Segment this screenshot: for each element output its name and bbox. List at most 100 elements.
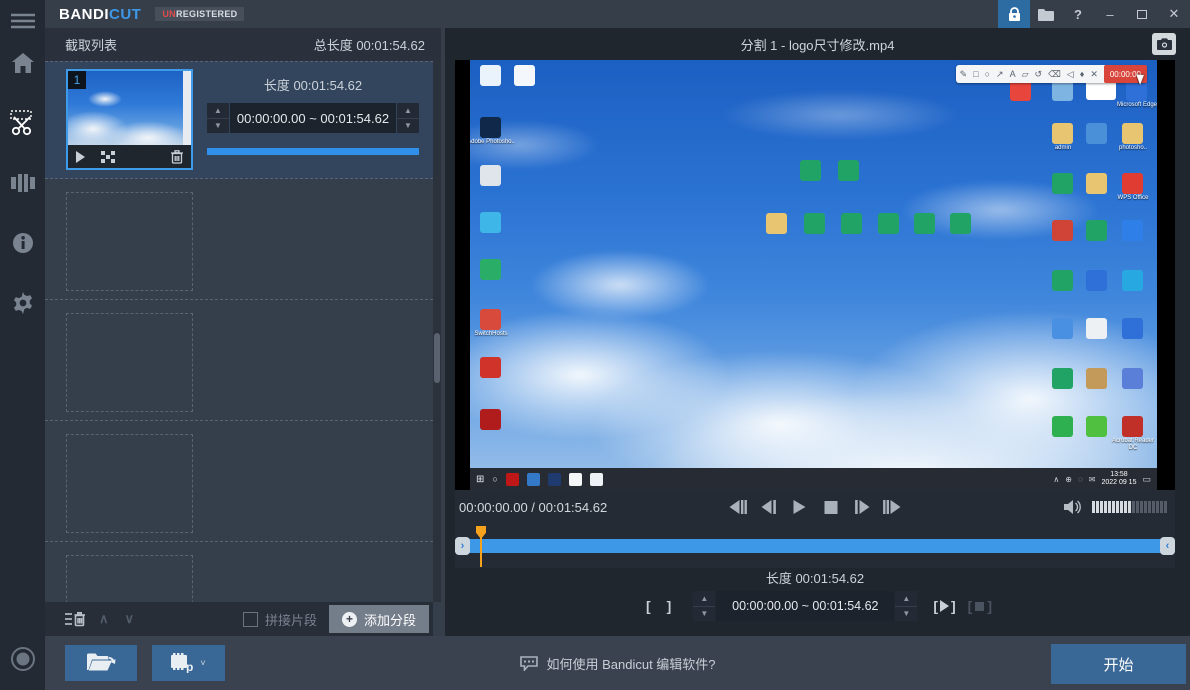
record-icon[interactable] — [0, 644, 45, 674]
clip-list-scrollbar[interactable] — [433, 61, 441, 602]
clip-progress-bar — [207, 148, 419, 155]
seek-end-handle[interactable]: ‹ — [1160, 537, 1175, 555]
desktop-icon — [804, 213, 825, 234]
set-start-bracket-button[interactable]: [ — [638, 598, 659, 614]
taskbar-app-icon — [506, 473, 519, 486]
volume-bar[interactable] — [1112, 501, 1115, 513]
video-viewport[interactable]: Adobe Photosho..SwitchHostsMicrosoft Edg… — [455, 60, 1175, 490]
clip-list: 1 长度 00:01:54.62 — [45, 61, 433, 602]
volume-bar[interactable] — [1132, 501, 1135, 513]
seek-bar[interactable]: › ‹ — [455, 539, 1175, 553]
desktop-icon — [1052, 318, 1073, 339]
stepper-down-icon[interactable]: ▼ — [207, 118, 229, 134]
desktop-icon: WPS Office — [1122, 173, 1143, 194]
volume-bar[interactable] — [1144, 501, 1147, 513]
desktop-icon: photosho.. — [1122, 123, 1143, 144]
maximize-icon[interactable] — [1126, 0, 1158, 28]
move-down-icon[interactable]: ∨ — [125, 611, 135, 627]
segment-range-field[interactable]: 00:00:00.00 ~ 00:01:54.62 — [716, 591, 894, 621]
volume-bar[interactable] — [1092, 501, 1095, 513]
play-segment-button[interactable]: [] — [933, 598, 955, 614]
sidebar — [0, 0, 45, 690]
volume-bar[interactable] — [1116, 501, 1119, 513]
clip-range-stepper-left: ▲▼ — [207, 103, 229, 133]
home-icon[interactable] — [0, 48, 45, 78]
stepper-up-icon[interactable]: ▲ — [207, 103, 229, 118]
step-forward-button[interactable] — [851, 496, 873, 518]
desktop-icon — [1052, 80, 1073, 101]
volume-speaker-icon[interactable] — [1064, 499, 1084, 515]
stepper-down-icon[interactable]: ▼ — [693, 606, 715, 622]
open-media-preset-button[interactable]: p ˅ — [152, 645, 225, 681]
clip-info: 长度 00:01:54.62 ▲▼ 00:00:00.00 ~ 00:01:54… — [193, 69, 419, 171]
settings-gear-icon[interactable] — [0, 288, 45, 318]
desktop-icon — [514, 65, 535, 86]
open-file-button[interactable] — [65, 645, 137, 681]
volume-bar[interactable] — [1104, 501, 1107, 513]
lock-icon[interactable] — [998, 0, 1030, 28]
help-icon[interactable]: ? — [1062, 0, 1094, 28]
info-icon[interactable] — [0, 228, 45, 258]
desktop-icon — [1086, 368, 1107, 389]
volume-level-bars[interactable] — [1092, 501, 1167, 513]
seek-start-handle[interactable]: › — [455, 537, 470, 555]
taskbar-app-icon — [548, 473, 561, 486]
playhead-marker[interactable] — [476, 526, 486, 539]
unregistered-badge: UNREGISTERED — [155, 7, 244, 21]
add-segment-button[interactable]: + 添加分段 — [329, 605, 429, 633]
volume-bar[interactable] — [1100, 501, 1103, 513]
volume-bar[interactable] — [1108, 501, 1111, 513]
start-icon: ⊞ — [476, 474, 484, 485]
clip-thumbnail[interactable]: 1 — [66, 69, 193, 170]
volume-bar[interactable] — [1152, 501, 1155, 513]
help-link[interactable]: 如何使用 Bandicut 编辑软件? — [519, 654, 715, 673]
set-end-bracket-button[interactable]: ] — [659, 598, 680, 614]
clip-cut-icon[interactable] — [101, 151, 115, 163]
annotation-tool-icon: ✕ — [1090, 70, 1098, 79]
prev-frame-button[interactable] — [727, 496, 749, 518]
clip-delete-icon[interactable] — [171, 150, 183, 164]
snapshot-camera-icon[interactable] — [1152, 33, 1176, 55]
clip-list-toolbar: ∧ ∨ 拼接片段 + 添加分段 — [45, 602, 433, 636]
volume-bar[interactable] — [1160, 501, 1163, 513]
stop-button[interactable] — [820, 496, 842, 518]
desktop-icon — [950, 213, 971, 234]
join-tool-icon[interactable] — [0, 168, 45, 198]
clip-play-icon[interactable] — [76, 151, 85, 163]
open-folder-icon[interactable] — [1030, 0, 1062, 28]
start-button[interactable]: 开始 — [1051, 644, 1186, 684]
volume-bar[interactable] — [1096, 501, 1099, 513]
stepper-up-icon[interactable]: ▲ — [693, 591, 715, 606]
volume-bar[interactable] — [1148, 501, 1151, 513]
stepper-down-icon[interactable]: ▼ — [895, 606, 917, 622]
clip-row-selected[interactable]: 1 长度 00:01:54.62 — [45, 61, 433, 179]
video-frame-desktop: Adobe Photosho..SwitchHostsMicrosoft Edg… — [470, 60, 1157, 490]
volume-bar[interactable] — [1128, 501, 1131, 513]
move-up-icon[interactable]: ∧ — [99, 611, 109, 627]
stepper-up-icon[interactable]: ▲ — [895, 591, 917, 606]
clear-list-icon[interactable] — [65, 612, 85, 627]
step-back-button[interactable] — [758, 496, 780, 518]
play-button[interactable] — [789, 496, 811, 518]
next-frame-button[interactable] — [882, 496, 904, 518]
volume-bar[interactable] — [1140, 501, 1143, 513]
desktop-icon — [480, 212, 501, 233]
stepper-up-icon[interactable]: ▲ — [397, 103, 419, 118]
volume-bar[interactable] — [1136, 501, 1139, 513]
desktop-icon — [480, 65, 501, 86]
volume-bar[interactable] — [1156, 501, 1159, 513]
volume-bar[interactable] — [1120, 501, 1123, 513]
minimize-icon[interactable]: – — [1094, 0, 1126, 28]
volume-bar[interactable] — [1124, 501, 1127, 513]
total-length-label: 总长度 00:01:54.62 — [314, 35, 425, 54]
close-icon[interactable]: ✕ — [1158, 0, 1190, 28]
menu-hamburger-icon[interactable] — [0, 6, 45, 36]
desktop-icon — [1052, 173, 1073, 194]
volume-bar[interactable] — [1164, 501, 1167, 513]
clip-length-label: 长度 00:01:54.62 — [207, 75, 419, 94]
cut-tool-icon[interactable] — [0, 108, 45, 138]
stepper-down-icon[interactable]: ▼ — [397, 118, 419, 134]
join-segments-checkbox[interactable] — [243, 612, 258, 627]
desktop-icon — [1122, 318, 1143, 339]
clip-range-field[interactable]: 00:00:00.00 ~ 00:01:54.62 — [230, 103, 396, 133]
